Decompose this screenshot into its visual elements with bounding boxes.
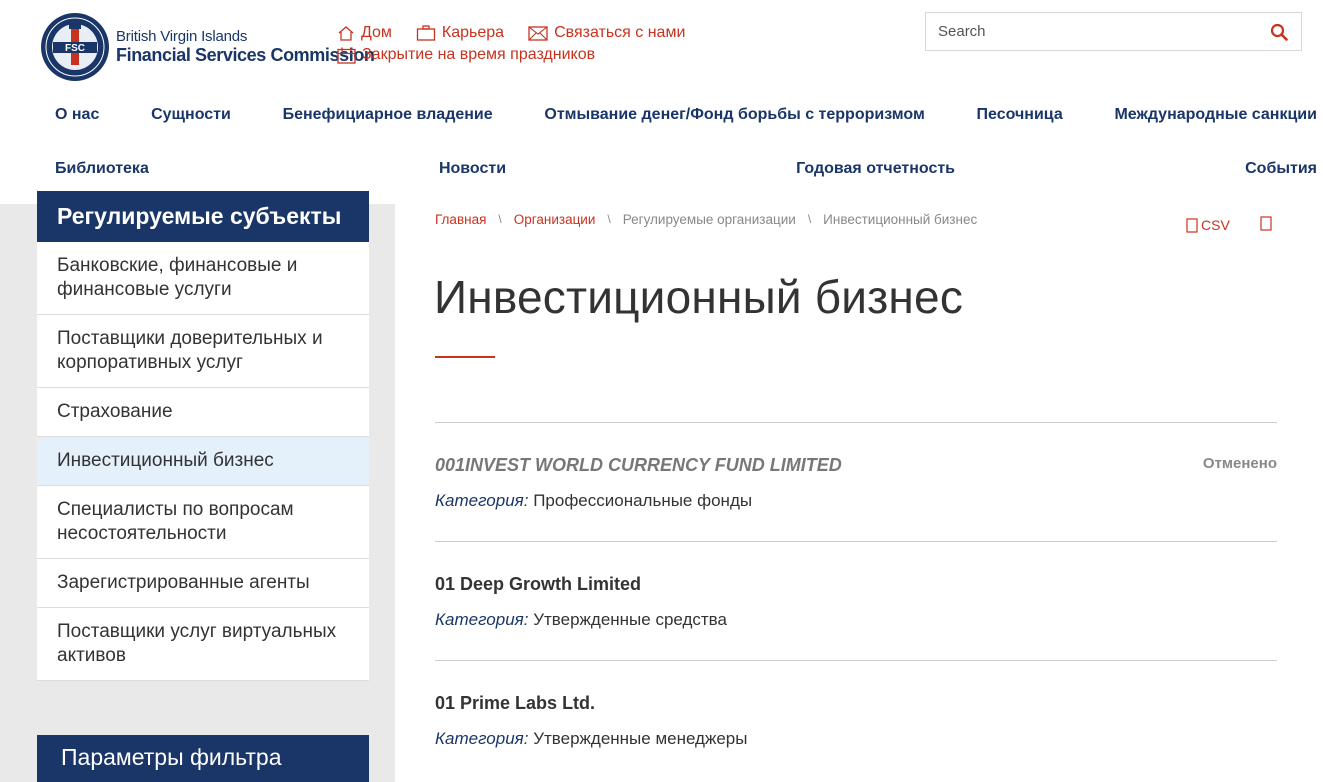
contact-link[interactable]: Связаться с нами xyxy=(528,24,685,42)
nav-annual-reports[interactable]: Годовая отчетность xyxy=(796,160,955,178)
sidebar-item-insolvency[interactable]: Специалисты по вопросам несостоятельност… xyxy=(37,486,369,559)
list-item: 01 Prime Labs Ltd. Категория: Утвержденн… xyxy=(435,660,1277,779)
category-value: Утвержденные менеджеры xyxy=(533,729,748,748)
csv-export-button[interactable]: CSV xyxy=(1186,217,1230,233)
breadcrumb-separator: \ xyxy=(498,212,502,226)
breadcrumb-organizations[interactable]: Организации xyxy=(514,212,596,227)
sidebar-item-registered-agents[interactable]: Зарегистрированные агенты xyxy=(37,559,369,608)
envelope-icon xyxy=(528,25,548,41)
briefcase-icon xyxy=(416,25,436,41)
sidebar-menu: Банковские, финансовые и финансовые услу… xyxy=(37,242,369,681)
category-label: Категория: xyxy=(435,610,529,629)
entity-name-link[interactable]: 01 Deep Growth Limited xyxy=(435,574,641,595)
site-logo[interactable]: FSC British Virgin Islands Financial Ser… xyxy=(40,12,375,82)
main-nav-row1: О нас Сущности Бенефициарное владение От… xyxy=(55,106,1317,124)
breadcrumb-regulated[interactable]: Регулируемые организации xyxy=(623,212,796,227)
search-input[interactable] xyxy=(926,13,1257,50)
nav-beneficial-ownership[interactable]: Бенефициарное владение xyxy=(283,106,493,124)
nav-sandbox[interactable]: Песочница xyxy=(977,106,1063,124)
holidays-link-label: Закрытие на время праздников xyxy=(362,46,596,63)
utility-links: Дом Карьера Связаться с нами Закрытие на… xyxy=(337,22,709,66)
category-label: Категория: xyxy=(435,491,529,510)
category-label: Категория: xyxy=(435,729,529,748)
careers-link-label: Карьера xyxy=(441,24,505,41)
home-link-label: Дом xyxy=(361,24,392,41)
breadcrumb-separator: \ xyxy=(807,212,812,226)
sidebar-item-vasp[interactable]: Поставщики услуг виртуальных активов xyxy=(37,608,369,681)
sidebar-item-insurance[interactable]: Страхование xyxy=(37,388,369,437)
list-item: 001INVEST WORLD CURRENCY FUND LIMITED От… xyxy=(435,422,1277,541)
search-box xyxy=(925,12,1302,51)
nav-events[interactable]: События xyxy=(1245,160,1317,178)
holidays-link[interactable]: Закрытие на время праздников xyxy=(337,46,595,64)
fsc-seal-icon: FSC xyxy=(41,13,109,81)
site-header: FSC British Virgin Islands Financial Ser… xyxy=(0,0,1323,204)
main-nav-row2: Библиотека Новости Годовая отчетность Со… xyxy=(55,160,1317,178)
entity-category: Категория: Профессиональные фонды xyxy=(435,491,752,511)
title-underline xyxy=(435,356,495,358)
entity-category: Категория: Утвержденные менеджеры xyxy=(435,729,747,749)
nav-news[interactable]: Новости xyxy=(439,160,506,178)
nav-aml-cft[interactable]: Отмывание денег/Фонд борьбы с терроризмо… xyxy=(544,106,924,124)
nav-entities[interactable]: Сущности xyxy=(151,106,231,124)
calendar-icon xyxy=(337,47,356,64)
sidebar-item-investment-business[interactable]: Инвестиционный бизнес xyxy=(37,437,369,486)
file-icon xyxy=(1186,217,1198,233)
sidebar-title: Регулируемые субъекты xyxy=(37,191,369,242)
breadcrumb: Главная \ Организации \ Регулируемые орг… xyxy=(435,212,977,227)
category-value: Профессиональные фонды xyxy=(533,491,753,510)
entity-list: 001INVEST WORLD CURRENCY FUND LIMITED От… xyxy=(435,422,1277,779)
entity-name-link[interactable]: 001INVEST WORLD CURRENCY FUND LIMITED xyxy=(435,455,842,476)
print-icon xyxy=(1260,216,1272,231)
home-link[interactable]: Дом xyxy=(337,24,392,42)
breadcrumb-current: Инвестиционный бизнес xyxy=(823,212,978,227)
logo-line2: Financial Services Commission xyxy=(116,45,375,66)
csv-label: CSV xyxy=(1201,217,1230,233)
filter-panel-title[interactable]: Параметры фильтра xyxy=(37,735,369,782)
page-tools: CSV xyxy=(1186,216,1272,234)
entity-category: Категория: Утвержденные средства xyxy=(435,610,727,630)
print-button[interactable] xyxy=(1260,216,1272,234)
breadcrumb-separator: \ xyxy=(607,212,611,226)
nav-about[interactable]: О нас xyxy=(55,106,99,124)
home-icon xyxy=(338,25,354,41)
category-value: Утвержденные средства xyxy=(533,610,727,629)
nav-library[interactable]: Библиотека xyxy=(55,160,149,178)
sidebar-item-banking[interactable]: Банковские, финансовые и финансовые услу… xyxy=(37,242,369,315)
search-button[interactable] xyxy=(1257,13,1301,50)
list-item: 01 Deep Growth Limited Категория: Утверж… xyxy=(435,541,1277,660)
page-title: Инвестиционный бизнес xyxy=(434,271,964,323)
nav-sanctions[interactable]: Международные санкции xyxy=(1114,106,1317,124)
seal-text: FSC xyxy=(65,43,85,54)
careers-link[interactable]: Карьера xyxy=(416,24,504,42)
search-icon xyxy=(1270,23,1288,41)
contact-link-label: Связаться с нами xyxy=(554,24,686,41)
sidebar-item-trust-providers[interactable]: Поставщики доверительных и корпоративных… xyxy=(37,315,369,388)
status-badge: Отменено xyxy=(1202,455,1277,472)
entity-name-link[interactable]: 01 Prime Labs Ltd. xyxy=(435,693,595,714)
breadcrumb-home[interactable]: Главная xyxy=(435,212,486,227)
logo-line1: British Virgin Islands xyxy=(116,28,248,46)
